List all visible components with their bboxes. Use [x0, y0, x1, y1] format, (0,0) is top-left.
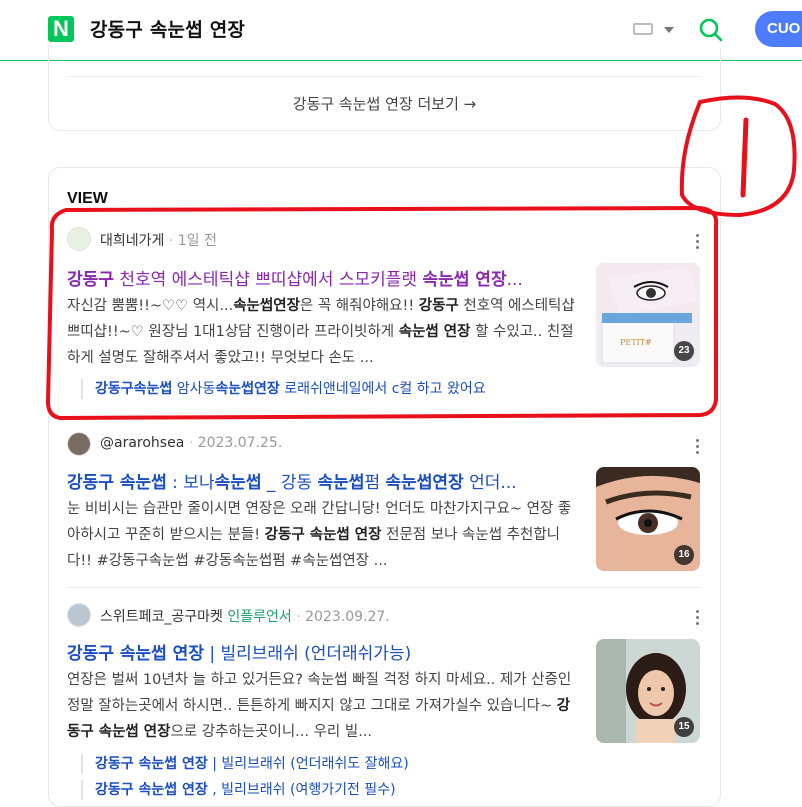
number-stroke — [740, 117, 749, 198]
result-description: 연장은 벌써 10년차 늘 하고 있거든요? 속눈썹 빠질 걱정 하지 마세요.… — [67, 672, 572, 740]
thumbnail-image[interactable]: PETIT# 23 — [596, 263, 700, 367]
post-date: 2023.07.25. — [197, 435, 283, 451]
result-title[interactable]: 강동구 천호역 에스테틱샵 쁘띠샵에서 스모키플랫 속눈썹 연장... — [67, 265, 577, 290]
avatar[interactable] — [67, 227, 91, 251]
result-description: 눈 비비시는 습관만 줄이시면 연장은 오래 간답니당! 언더도 마찬가지구요~… — [67, 501, 572, 569]
divider — [67, 76, 702, 77]
author-name[interactable]: 스위트페코_공구마켓 — [100, 609, 223, 625]
more-results-box: 강동구 속눈썹 연장 더보기 → — [48, 48, 721, 131]
account-button[interactable]: CUO — [755, 11, 802, 47]
result-title[interactable]: 강동구 속눈썹 : 보나속눈썹 _ 강동 속눈썹펌 속눈썹연장 언더... — [67, 468, 577, 493]
svg-text:PETIT#: PETIT# — [620, 338, 652, 347]
image-count-badge: 15 — [674, 717, 694, 737]
section-title: VIEW — [67, 190, 108, 207]
avatar[interactable] — [67, 432, 91, 456]
influencer-badge: 인플루언서 — [227, 609, 292, 625]
keyboard-icon[interactable] — [633, 23, 653, 35]
image-count-badge: 23 — [674, 341, 694, 361]
post-date: 1일 전 — [177, 233, 217, 249]
list-item: @ararohsea · 2023.07.25. 강동구 속눈썹 : 보나속눈썹… — [67, 431, 700, 581]
naver-logo[interactable]: N — [48, 16, 74, 42]
author-line: 스위트페코_공구마켓 인플루언서 · 2023.09.27. — [100, 609, 390, 625]
list-item: 대희네가게 · 1일 전 강동구 천호역 에스테틱샵 쁘띠샵에서 스모키플랫 속… — [67, 226, 700, 426]
author-name[interactable]: 대희네가게 — [100, 233, 164, 249]
related-post-link[interactable]: 강동구 속눈썹 연장 , 빌리브래쉬 (여행가기전 필수) — [81, 780, 396, 800]
avatar[interactable] — [67, 603, 91, 627]
author-line: 대희네가게 · 1일 전 — [100, 233, 217, 249]
more-results-link[interactable]: 강동구 속눈썹 연장 더보기 → — [49, 93, 720, 114]
more-options-icon[interactable] — [696, 610, 700, 628]
divider — [67, 417, 700, 418]
related-post-link[interactable]: 강동구속눈썹 암사동속눈썹연장 로래쉬앤네일에서 c컬 하고 왔어요 — [81, 379, 486, 399]
thumbnail-image[interactable]: 16 — [596, 467, 700, 571]
thumbnail-image[interactable]: 15 — [596, 639, 700, 743]
related-post-link[interactable]: 강동구 속눈썹 연장 | 빌리브래쉬 (언더래쉬도 잘해요) — [81, 754, 409, 774]
result-description: 자신감 뿜뿜!!~♡♡ 역시...속눈썹연장은 꼭 해줘야해요!! 강동구 천호… — [67, 298, 575, 366]
more-options-icon[interactable] — [696, 439, 700, 457]
caret-down-icon[interactable] — [664, 27, 674, 33]
post-date: 2023.09.27. — [305, 609, 390, 625]
list-item: 스위트페코_공구마켓 인플루언서 · 2023.09.27. 강동구 속눈썹 연… — [67, 602, 700, 802]
search-query[interactable]: 강동구 속눈썹 연장 — [90, 15, 245, 42]
search-icon[interactable] — [699, 18, 723, 42]
result-title[interactable]: 강동구 속눈썹 연장 | 빌리브래쉬 (언더래쉬가능) — [67, 639, 577, 664]
author-line: @ararohsea · 2023.07.25. — [100, 435, 283, 451]
image-count-badge: 16 — [674, 545, 694, 565]
divider — [67, 587, 700, 588]
author-name[interactable]: @ararohsea — [100, 435, 184, 451]
more-options-icon[interactable] — [696, 234, 700, 252]
